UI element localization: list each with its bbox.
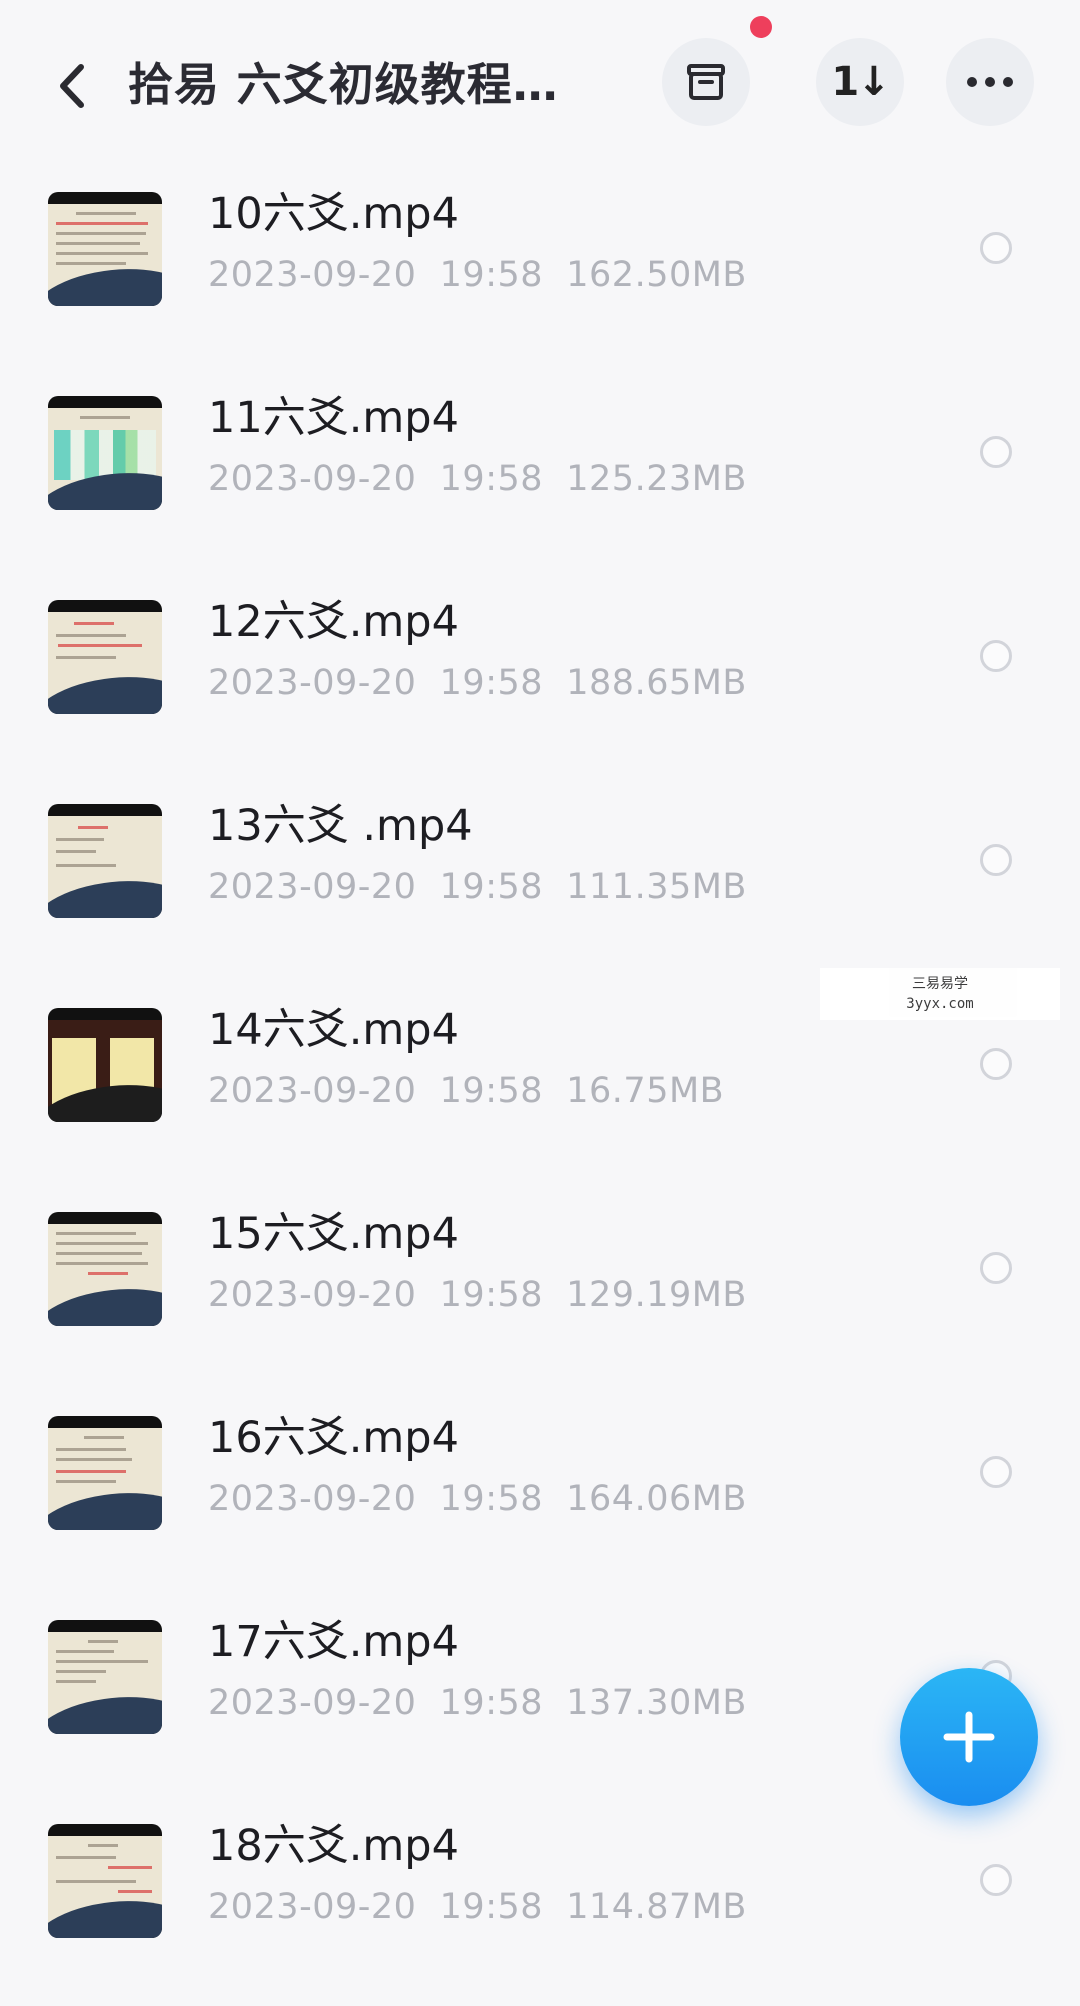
list-item[interactable]: 12六爻.mp4 2023-09-20 19:58 188.65MB [0,578,1080,782]
plus-icon [943,1711,995,1763]
select-radio[interactable] [980,640,1012,672]
select-radio[interactable] [980,1048,1012,1080]
select-radio[interactable] [980,232,1012,264]
file-name: 11六爻.mp4 [208,393,459,443]
video-thumbnail [48,1416,162,1530]
select-radio[interactable] [980,1456,1012,1488]
sort-button[interactable]: 1↓ [816,38,904,126]
file-meta: 2023-09-20 19:58 114.87MB [208,1887,747,1927]
select-radio[interactable] [980,844,1012,876]
watermark-line-1: 三易易学 [912,976,968,992]
watermark: 三易易学 3yyx.com [820,968,1060,1020]
video-thumbnail [48,396,162,510]
back-button[interactable] [48,58,96,114]
select-radio[interactable] [980,436,1012,468]
more-button[interactable] [946,38,1034,126]
archive-box-icon [687,64,725,100]
file-name: 13六爻 .mp4 [208,801,473,851]
watermark-line-2: 3yyx.com [906,996,974,1012]
more-horizontal-icon [967,77,1013,87]
list-item[interactable]: 11六爻.mp4 2023-09-20 19:58 125.23MB [0,374,1080,578]
list-item[interactable]: 10六爻.mp4 2023-09-20 19:58 162.50MB [0,170,1080,374]
list-item[interactable]: 13六爻 .mp4 2023-09-20 19:58 111.35MB [0,782,1080,986]
file-meta: 2023-09-20 19:58 125.23MB [208,459,747,499]
select-radio[interactable] [980,1864,1012,1896]
top-bar: 拾易 六爻初级教程… 1↓ [0,0,1080,170]
sort-icon: 1↓ [831,59,890,105]
file-name: 16六爻.mp4 [208,1413,459,1463]
file-name: 14六爻.mp4 [208,1005,459,1055]
video-thumbnail [48,1008,162,1122]
video-thumbnail [48,192,162,306]
file-name: 12六爻.mp4 [208,597,459,647]
video-thumbnail [48,600,162,714]
add-button[interactable] [900,1668,1038,1806]
list-item[interactable]: 16六爻.mp4 2023-09-20 19:58 164.06MB [0,1394,1080,1598]
chevron-left-icon [60,64,84,108]
file-meta: 2023-09-20 19:58 162.50MB [208,255,747,295]
file-meta: 2023-09-20 19:58 188.65MB [208,663,747,703]
file-meta: 2023-09-20 19:58 16.75MB [208,1071,725,1111]
archive-button[interactable] [662,38,750,126]
file-name: 17六爻.mp4 [208,1617,459,1667]
file-meta: 2023-09-20 19:58 111.35MB [208,867,747,907]
video-thumbnail [48,1620,162,1734]
file-meta: 2023-09-20 19:58 164.06MB [208,1479,747,1519]
list-item[interactable]: 18六爻.mp4 2023-09-20 19:58 114.87MB [0,1802,1080,2006]
file-meta: 2023-09-20 19:58 129.19MB [208,1275,747,1315]
file-name: 10六爻.mp4 [208,189,459,239]
notification-dot [750,16,772,38]
video-thumbnail [48,804,162,918]
video-thumbnail [48,1824,162,1938]
video-thumbnail [48,1212,162,1326]
list-item[interactable]: 15六爻.mp4 2023-09-20 19:58 129.19MB [0,1190,1080,1394]
page-title: 拾易 六爻初级教程… [128,58,559,111]
select-radio[interactable] [980,1252,1012,1284]
file-name: 18六爻.mp4 [208,1821,459,1871]
file-meta: 2023-09-20 19:58 137.30MB [208,1683,747,1723]
file-name: 15六爻.mp4 [208,1209,459,1259]
